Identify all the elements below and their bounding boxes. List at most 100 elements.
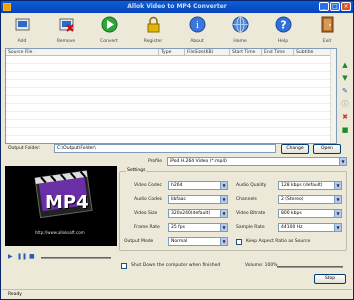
title-bar: Allok Video to MP4 Converter _ □ × xyxy=(1,1,353,13)
convert-button[interactable]: Convert xyxy=(94,14,124,48)
remove-icon xyxy=(59,18,74,32)
column-start-time[interactable]: Start Time xyxy=(230,49,262,55)
help-button[interactable]: ? Help xyxy=(268,14,298,48)
column-source-file[interactable]: Source File xyxy=(6,49,159,55)
main-window: Allok Video to MP4 Converter _ □ × Add R… xyxy=(0,0,354,300)
table-header: Source File Type FileSize(KB) Start Time… xyxy=(6,49,336,56)
output-mode-select[interactable]: Normal ▼ xyxy=(168,237,228,246)
status-bar: Ready xyxy=(2,289,352,299)
chevron-down-icon: ▼ xyxy=(220,238,227,245)
clear-icon[interactable]: ■ xyxy=(340,126,350,135)
register-button[interactable]: Register xyxy=(138,14,168,48)
globe-icon xyxy=(232,16,249,33)
column-filesize[interactable]: FileSize(KB) xyxy=(185,49,230,55)
toolbar: Add Remove Convert Register i About Home… xyxy=(2,14,352,48)
convert-label: Convert xyxy=(100,39,118,44)
chevron-down-icon: ▼ xyxy=(339,158,346,165)
video-codec-select[interactable]: h264 ▼ xyxy=(168,181,228,190)
remove-button[interactable]: Remove xyxy=(51,14,81,48)
preview-caption: MP4 xyxy=(45,192,89,213)
add-label: Add xyxy=(17,39,27,44)
stop-icon[interactable]: ■ xyxy=(29,253,35,260)
about-label: About xyxy=(190,39,204,44)
column-end-time[interactable]: End Time xyxy=(262,49,294,55)
settings-group: Settings Video Codec h264 ▼ Audio Codec l… xyxy=(119,168,347,251)
exit-label: Exit xyxy=(322,39,332,44)
close-button[interactable]: × xyxy=(341,2,351,11)
keep-aspect-label: Keep Aspect Ratio as Source xyxy=(246,239,311,244)
home-button[interactable]: Home xyxy=(225,14,255,48)
chevron-down-icon: ▼ xyxy=(334,224,341,231)
chevron-down-icon: ▼ xyxy=(220,182,227,189)
shutdown-checkbox[interactable] xyxy=(121,263,127,269)
about-button[interactable]: i About xyxy=(182,14,212,48)
column-subtitle[interactable]: Subtitle xyxy=(294,49,332,55)
maximize-button[interactable]: □ xyxy=(330,2,340,11)
preview-panel: MP4 http://www.alloksoft.com xyxy=(5,166,117,246)
video-codec-label: Video Codec xyxy=(134,183,163,188)
output-mode-label: Output Mode xyxy=(124,239,154,244)
table-row xyxy=(6,104,336,112)
play-icon[interactable]: ▶ xyxy=(8,253,13,260)
chevron-down-icon: ▼ xyxy=(334,182,341,189)
keep-aspect-checkbox[interactable] xyxy=(236,239,242,245)
output-folder-input[interactable]: C:\Output\Folder\ xyxy=(54,144,276,153)
output-mode-value: Normal xyxy=(171,239,188,244)
video-bitrate-value: 800 kbps xyxy=(281,211,302,216)
delete-icon[interactable]: ✖ xyxy=(340,113,350,122)
seek-slider[interactable] xyxy=(41,257,111,259)
help-label: Help xyxy=(277,39,289,44)
profile-value: iPod H.264 Video (*.mp4) xyxy=(170,159,227,164)
audio-quality-value: 128 kbps (default) xyxy=(281,183,323,188)
info-icon[interactable]: ⓘ xyxy=(340,100,350,109)
video-codec-value: h264 xyxy=(171,183,183,188)
add-button[interactable]: Add xyxy=(7,14,37,48)
audio-codec-value: libfaac xyxy=(171,197,186,202)
svg-text:i: i xyxy=(196,21,199,31)
frame-rate-value: 25 fps xyxy=(171,225,185,230)
channels-select[interactable]: 2 (Stereo) ▼ xyxy=(278,195,342,204)
pause-icon[interactable]: ❚❚ xyxy=(17,253,27,260)
edit-icon[interactable]: ✎ xyxy=(340,87,350,96)
channels-value: 2 (Stereo) xyxy=(281,197,304,202)
profile-label: Profile xyxy=(148,159,162,164)
minimize-button[interactable]: _ xyxy=(319,2,329,11)
remove-label: Remove xyxy=(56,39,76,44)
video-size-select[interactable]: 320x240(default) ▼ xyxy=(168,209,228,218)
move-up-icon[interactable]: ▲ xyxy=(340,61,350,70)
shutdown-label: Shut Down the computer when finished xyxy=(131,263,221,268)
stop-button[interactable]: Stop xyxy=(314,274,346,284)
output-folder-label: Output Folder: xyxy=(8,146,41,151)
home-label: Home xyxy=(233,39,247,44)
profile-select[interactable]: iPod H.264 Video (*.mp4) ▼ xyxy=(167,157,347,166)
chevron-down-icon: ▼ xyxy=(334,210,341,217)
frame-rate-select[interactable]: 25 fps ▼ xyxy=(168,223,228,232)
add-icon xyxy=(15,18,30,31)
exit-button[interactable]: Exit xyxy=(312,14,342,48)
table-row xyxy=(6,56,336,64)
table-row xyxy=(6,88,336,96)
open-folder-button[interactable]: Open xyxy=(313,144,341,154)
volume-label: Volume: 100% xyxy=(245,263,278,268)
frame-rate-label: Frame Rate xyxy=(134,225,160,230)
volume-slider[interactable] xyxy=(277,266,343,268)
chevron-down-icon: ▼ xyxy=(334,196,341,203)
register-label: Register xyxy=(143,39,163,44)
video-bitrate-label: Video Bitrate xyxy=(236,211,266,216)
video-size-value: 320x240(default) xyxy=(171,211,211,216)
change-folder-button[interactable]: Change xyxy=(281,144,309,154)
vertical-scrollbar[interactable] xyxy=(330,49,336,143)
video-bitrate-select[interactable]: 800 kbps ▼ xyxy=(278,209,342,218)
lock-icon xyxy=(147,16,160,33)
sample-rate-select[interactable]: 44100 Hz ▼ xyxy=(278,223,342,232)
audio-codec-label-left: Audio Codec xyxy=(134,197,163,202)
column-type[interactable]: Type xyxy=(159,49,185,55)
exit-door-icon xyxy=(321,16,334,33)
audio-codec-select[interactable]: libfaac ▼ xyxy=(168,195,228,204)
audio-quality-select[interactable]: 128 kbps (default) ▼ xyxy=(278,181,342,190)
video-size-label: Video Size xyxy=(134,211,158,216)
move-down-icon[interactable]: ▼ xyxy=(340,74,350,83)
file-list-table[interactable]: Source File Type FileSize(KB) Start Time… xyxy=(5,48,337,144)
chevron-down-icon: ▼ xyxy=(220,196,227,203)
about-icon: i xyxy=(189,16,206,33)
